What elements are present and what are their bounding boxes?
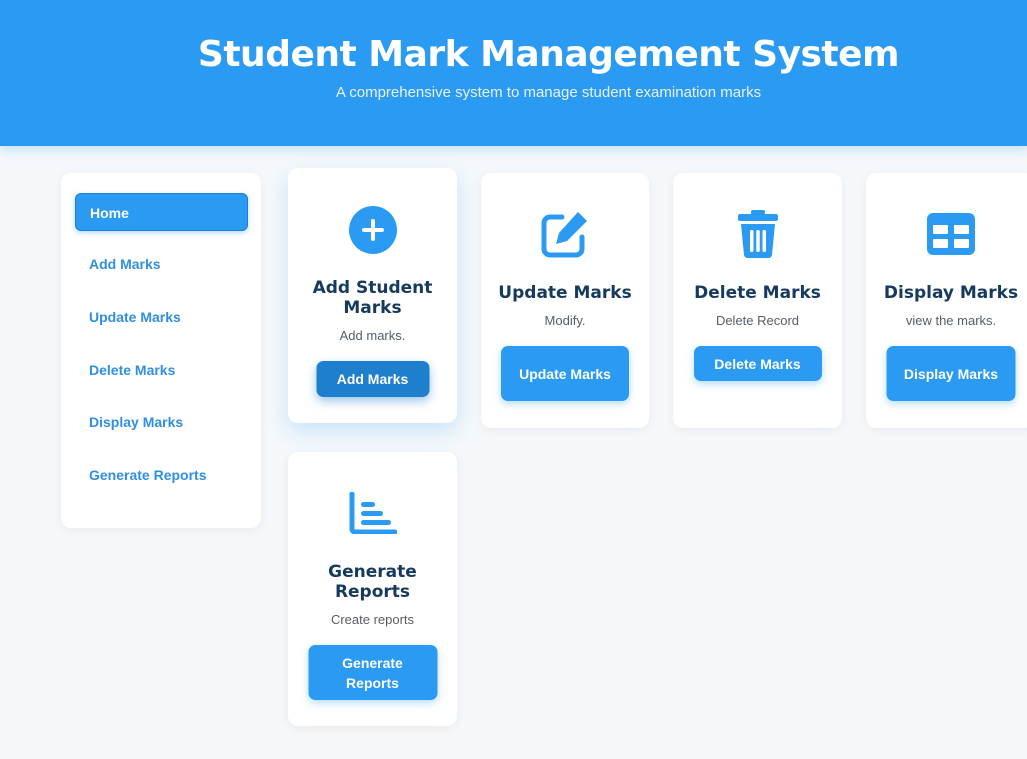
edit-icon <box>540 209 590 264</box>
plus-circle-icon <box>348 206 397 259</box>
page-subtitle: A comprehensive system to manage student… <box>335 84 762 101</box>
trash-icon <box>736 209 780 264</box>
card-generate-reports: Generate Reports Create reports Generate… <box>288 452 457 726</box>
card-update-marks: Update Marks Modify. Update Marks <box>481 173 649 428</box>
display-marks-button[interactable]: Display Marks <box>886 346 1016 401</box>
generate-reports-button[interactable]: Generate Reports <box>308 645 437 700</box>
sidebar-item-home[interactable]: Home <box>75 193 248 231</box>
update-marks-button[interactable]: Update Marks <box>501 346 629 401</box>
card-description: Create reports <box>330 612 415 627</box>
card-display-marks: Display Marks view the marks. Display Ma… <box>866 173 1027 428</box>
card-delete-marks: Delete Marks Delete Record Delete Marks <box>673 173 842 428</box>
sidebar-item-add-marks[interactable]: Add Marks <box>75 245 248 283</box>
card-title: Display Marks <box>883 283 1019 303</box>
sidebar-item-delete-marks[interactable]: Delete Marks <box>75 351 248 389</box>
table-icon <box>927 213 975 260</box>
delete-marks-button[interactable]: Delete Marks <box>693 346 822 381</box>
sidebar: Home Add Marks Update Marks Delete Marks… <box>61 173 261 528</box>
sidebar-item-display-marks[interactable]: Display Marks <box>75 403 248 441</box>
card-description: view the marks. <box>905 313 997 328</box>
card-title: Generate Reports <box>328 562 417 602</box>
add-marks-button[interactable]: Add Marks <box>316 361 429 397</box>
header: Student Mark Management System A compreh… <box>0 0 1027 146</box>
card-description: Add marks. <box>339 328 406 343</box>
bar-chart-icon <box>349 491 397 539</box>
card-title: Add Student Marks <box>312 278 433 318</box>
card-add-marks: Add Student Marks Add marks. Add Marks <box>288 168 457 423</box>
sidebar-item-generate-reports[interactable]: Generate Reports <box>75 456 248 494</box>
card-description: Modify. <box>544 313 586 328</box>
page-title: Student Mark Management System <box>197 34 900 75</box>
card-title: Delete Marks <box>694 283 821 303</box>
card-description: Delete Record <box>715 313 800 328</box>
sidebar-item-update-marks[interactable]: Update Marks <box>75 298 248 336</box>
card-title: Update Marks <box>498 283 632 303</box>
